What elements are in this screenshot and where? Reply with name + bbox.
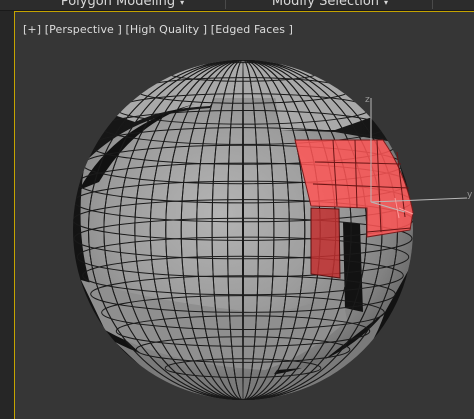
viewport-display-mode-menu[interactable]: [Edged Faces ]: [211, 23, 293, 36]
max-viewport-screen: Polygon Modeling ▾ Modify Selection ▾ z …: [0, 0, 474, 419]
tab-polygon-modeling[interactable]: Polygon Modeling ▾: [30, 0, 215, 8]
tab-divider: [432, 0, 433, 9]
tab-divider: [225, 0, 226, 9]
perspective-viewport[interactable]: z y [+] [Perspective ] [High Quality ] […: [14, 11, 474, 419]
gizmo-z-label: z: [365, 95, 370, 105]
chevron-down-icon: ▾: [384, 0, 389, 7]
chevron-down-icon: ▾: [180, 0, 185, 7]
left-panel-edge: [0, 11, 14, 419]
tab-modify-selection-label: Modify Selection: [271, 0, 380, 8]
selected-faces-inner[interactable]: [310, 207, 341, 279]
gizmo-y-label: y: [467, 190, 473, 200]
tab-modify-selection[interactable]: Modify Selection ▾: [240, 0, 420, 8]
viewport-shading-menu[interactable]: [High Quality ]: [126, 23, 208, 36]
tab-polygon-modeling-label: Polygon Modeling: [60, 0, 176, 8]
sphere-mesh[interactable]: [79, 60, 413, 407]
ribbon-bar: Polygon Modeling ▾ Modify Selection ▾: [0, 0, 474, 11]
viewport-label-menu: [+] [Perspective ] [High Quality ] [Edge…: [23, 23, 293, 36]
mesh-longitude-edge: [242, 60, 244, 400]
viewport-point-of-view-menu[interactable]: [Perspective ]: [45, 23, 122, 36]
viewport-general-menu[interactable]: [+]: [23, 23, 41, 36]
viewport-scene[interactable]: z y: [15, 12, 474, 419]
